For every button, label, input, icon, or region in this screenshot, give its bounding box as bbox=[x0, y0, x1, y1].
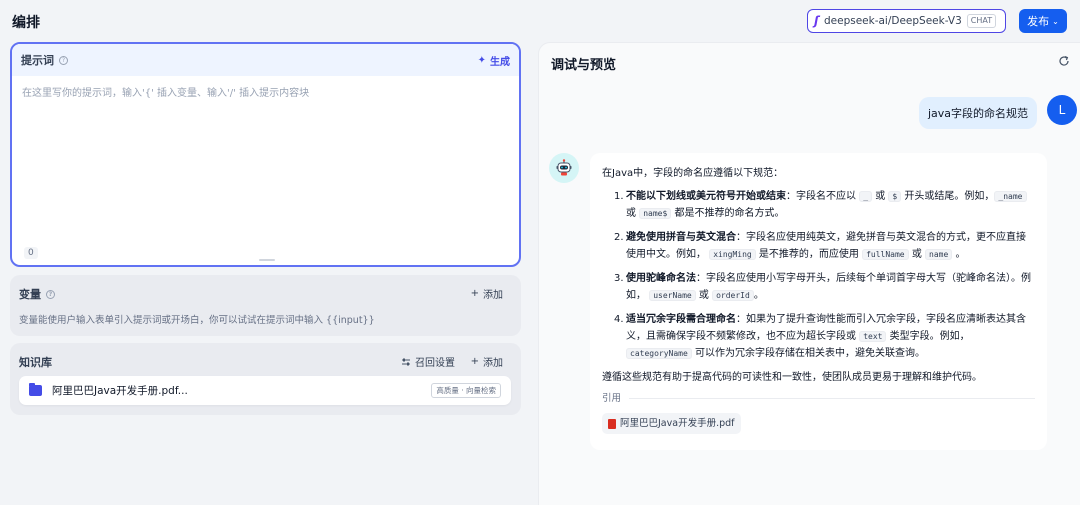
debug-preview-panel: 调试与预览 java字段的命名规范 L 在Java中，字段的命名应遵循以下规范：… bbox=[538, 42, 1080, 505]
page-title: 编排 bbox=[12, 15, 40, 31]
add-knowledge-label: 添加 bbox=[483, 358, 503, 369]
knowledge-item[interactable]: 阿里巴巴Java开发手册.pdf... 高质量 · 向量检索 bbox=[19, 376, 511, 405]
knowledge-item-tag: 高质量 · 向量检索 bbox=[431, 383, 501, 398]
inline-code: _ bbox=[859, 191, 873, 202]
sparkle-icon: ✦ bbox=[477, 54, 486, 66]
rule-title: 避免使用拼音与英文混合 bbox=[626, 232, 736, 243]
recall-settings-button[interactable]: 召回设置 bbox=[401, 354, 455, 369]
debug-title: 调试与预览 bbox=[551, 58, 617, 73]
model-type-badge: CHAT bbox=[966, 14, 997, 28]
rule-number: 2. bbox=[614, 232, 624, 243]
inline-code: name bbox=[925, 249, 953, 260]
inline-code: $ bbox=[888, 191, 902, 202]
variables-label: 变量 ? bbox=[19, 286, 55, 302]
robot-icon bbox=[556, 159, 572, 176]
header: 编排 ʃ deepseek-ai/DeepSeek-V3 CHAT 发布 ⌄ bbox=[0, 0, 1080, 42]
bot-intro: 在Java中，字段的命名应遵循以下规范： bbox=[602, 168, 784, 179]
citation-header: 引用 bbox=[602, 390, 1035, 407]
refresh-icon[interactable] bbox=[1058, 55, 1070, 67]
generate-label: 生成 bbox=[490, 56, 510, 68]
add-variable-label: 添加 bbox=[483, 290, 503, 301]
user-avatar: L bbox=[1047, 95, 1077, 125]
rule-number: 4. bbox=[614, 314, 624, 325]
prompt-header: 提示词 ? ✦ 生成 bbox=[12, 44, 519, 76]
chevron-down-icon: ⌄ bbox=[1052, 16, 1059, 26]
rule-text: 或 bbox=[698, 290, 709, 301]
rule-text: 类型字段。例如， bbox=[889, 331, 970, 342]
rule-text: ：字段名不应以 bbox=[786, 191, 856, 202]
model-selector[interactable]: ʃ deepseek-ai/DeepSeek-V3 CHAT bbox=[807, 9, 1006, 33]
knowledge-label: 知识库 bbox=[19, 356, 52, 369]
help-icon[interactable]: ? bbox=[59, 55, 68, 65]
citation-file[interactable]: 阿里巴巴Java开发手册.pdf bbox=[602, 413, 741, 434]
prompt-input[interactable]: 在这里写你的提示词，输入'{' 插入变量、输入'/' 插入提示内容块 bbox=[22, 84, 507, 99]
inline-code: userName bbox=[649, 290, 696, 301]
add-knowledge-button[interactable]: + 添加 bbox=[471, 354, 503, 369]
rule-number: 3. bbox=[614, 273, 624, 284]
inline-code: text bbox=[859, 331, 887, 342]
inline-code: xingMing bbox=[709, 249, 756, 260]
rule-text: 或 bbox=[911, 249, 922, 260]
plus-icon: + bbox=[470, 356, 479, 367]
rule-item: 4. 适当冗余字段需合理命名：如果为了提升查询性能而引入冗余字段，字段名应清晰表… bbox=[602, 311, 1035, 362]
help-icon[interactable]: ? bbox=[46, 289, 55, 299]
inline-code: orderId bbox=[712, 290, 754, 301]
rule-text: 可以作为冗余字段存储在相关表中，避免关联查询。 bbox=[694, 348, 925, 359]
rule-title: 使用驼峰命名法 bbox=[626, 273, 696, 284]
rule-text: 都是不推荐的命名方式。 bbox=[674, 208, 785, 219]
rule-text: 或 bbox=[626, 208, 636, 219]
inline-code: name$ bbox=[639, 208, 672, 219]
divider bbox=[629, 398, 1035, 399]
prompt-label: 提示词 bbox=[21, 54, 54, 67]
rule-item: 1. 不能以下划线或美元符号开始或结束：字段名不应以 _ 或 $ 开头或结尾。例… bbox=[602, 188, 1035, 222]
rule-title: 适当冗余字段需合理命名 bbox=[626, 314, 736, 325]
knowledge-section: 知识库 召回设置 + 添加 阿里巴巴Java开发手册.pdf... 高质量 · … bbox=[10, 343, 521, 415]
variables-description: 变量能使用户输入表单引入提示词或开场白，你可以试试在提示词中输入 {{input… bbox=[19, 315, 375, 326]
bot-message: 在Java中，字段的命名应遵循以下规范： 1. 不能以下划线或美元符号开始或结束… bbox=[590, 153, 1047, 450]
add-variable-button[interactable]: + 添加 bbox=[471, 286, 503, 301]
publish-button[interactable]: 发布 ⌄ bbox=[1019, 9, 1067, 33]
settings-sliders-icon bbox=[402, 358, 410, 365]
inline-code: _name bbox=[994, 191, 1027, 202]
recall-settings-label: 召回设置 bbox=[415, 358, 455, 369]
inline-code: categoryName bbox=[626, 348, 692, 359]
pdf-icon bbox=[608, 418, 616, 429]
model-name: deepseek-ai/DeepSeek-V3 bbox=[823, 15, 962, 27]
deepseek-logo-icon: ʃ bbox=[814, 13, 819, 28]
citation-label: 引用 bbox=[602, 393, 622, 404]
rule-item: 3. 使用驼峰命名法：字段名应使用小写字母开头，后续每个单词首字母大写（驼峰命名… bbox=[602, 270, 1035, 304]
prompt-editor: 提示词 ? ✦ 生成 在这里写你的提示词，输入'{' 插入变量、输入'/' 插入… bbox=[10, 42, 521, 267]
rule-text: 。 bbox=[753, 290, 764, 301]
rule-text: 开头或结尾。例如， bbox=[904, 191, 995, 202]
publish-label: 发布 bbox=[1027, 15, 1050, 28]
citation-file-name: 阿里巴巴Java开发手册.pdf bbox=[620, 418, 735, 429]
resize-handle[interactable] bbox=[259, 259, 275, 261]
variables-section: 变量 ? + 添加 变量能使用户输入表单引入提示词或开场白，你可以试试在提示词中… bbox=[10, 275, 521, 336]
char-count: 0 bbox=[24, 247, 38, 259]
bot-avatar bbox=[549, 153, 579, 183]
user-message: java字段的命名规范 bbox=[919, 97, 1037, 129]
folder-icon bbox=[29, 383, 42, 396]
inline-code: fullName bbox=[862, 249, 909, 260]
rule-text: 或 bbox=[875, 191, 886, 202]
knowledge-item-name: 阿里巴巴Java开发手册.pdf... bbox=[52, 385, 188, 397]
variables-title: 变量 bbox=[19, 288, 41, 301]
generate-button[interactable]: ✦ 生成 bbox=[478, 53, 510, 68]
plus-icon: + bbox=[470, 288, 479, 299]
bot-summary: 遵循这些规范有助于提高代码的可读性和一致性，使团队成员更易于理解和维护代码。 bbox=[602, 372, 982, 383]
rule-item: 2. 避免使用拼音与英文混合：字段名应使用纯英文，避免拼音与英文混合的方式，更不… bbox=[602, 229, 1035, 263]
rule-text: 。 bbox=[955, 249, 966, 260]
rule-title: 不能以下划线或美元符号开始或结束 bbox=[626, 191, 786, 202]
rule-text: 是不推荐的，而应使用 bbox=[758, 249, 859, 260]
rule-number: 1. bbox=[614, 191, 624, 202]
